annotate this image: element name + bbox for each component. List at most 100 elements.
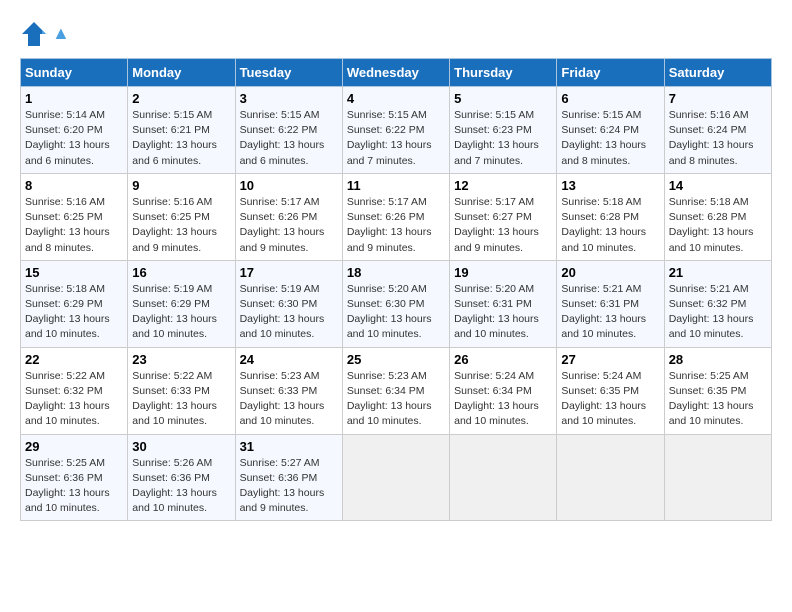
day-number: 7 [669, 91, 767, 106]
day-detail: Sunrise: 5:18 AMSunset: 6:28 PMDaylight:… [669, 196, 754, 254]
day-number: 13 [561, 178, 659, 193]
calendar-header: SundayMondayTuesdayWednesdayThursdayFrid… [21, 59, 772, 87]
day-number: 25 [347, 352, 445, 367]
page-header: ▲ [20, 20, 772, 48]
logo-text: ▲ [52, 24, 70, 44]
weekday-row: SundayMondayTuesdayWednesdayThursdayFrid… [21, 59, 772, 87]
day-number: 18 [347, 265, 445, 280]
calendar-week-row: 1Sunrise: 5:14 AMSunset: 6:20 PMDaylight… [21, 87, 772, 174]
day-number: 28 [669, 352, 767, 367]
day-detail: Sunrise: 5:15 AMSunset: 6:22 PMDaylight:… [347, 109, 432, 167]
calendar-cell: 28 Sunrise: 5:25 AMSunset: 6:35 PMDayligh… [664, 347, 771, 434]
day-detail: Sunrise: 5:22 AMSunset: 6:33 PMDaylight:… [132, 370, 217, 428]
calendar-cell: 3 Sunrise: 5:15 AMSunset: 6:22 PMDaylight… [235, 87, 342, 174]
calendar-cell: 7 Sunrise: 5:16 AMSunset: 6:24 PMDaylight… [664, 87, 771, 174]
calendar-cell: 9Sunrise: 5:16 AMSunset: 6:25 PMDaylight… [128, 173, 235, 260]
weekday-header-saturday: Saturday [664, 59, 771, 87]
calendar-cell [664, 434, 771, 521]
day-detail: Sunrise: 5:16 AMSunset: 6:25 PMDaylight:… [25, 196, 110, 254]
calendar-cell: 20 Sunrise: 5:21 AMSunset: 6:31 PMDayligh… [557, 260, 664, 347]
weekday-header-friday: Friday [557, 59, 664, 87]
weekday-header-tuesday: Tuesday [235, 59, 342, 87]
day-detail: Sunrise: 5:22 AMSunset: 6:32 PMDaylight:… [25, 370, 110, 428]
calendar-cell: 2Sunrise: 5:15 AMSunset: 6:21 PMDaylight… [128, 87, 235, 174]
weekday-header-sunday: Sunday [21, 59, 128, 87]
day-detail: Sunrise: 5:26 AMSunset: 6:36 PMDaylight:… [132, 457, 217, 515]
calendar-cell: 14 Sunrise: 5:18 AMSunset: 6:28 PMDayligh… [664, 173, 771, 260]
day-detail: Sunrise: 5:23 AMSunset: 6:33 PMDaylight:… [240, 370, 325, 428]
calendar-week-row: 15 Sunrise: 5:18 AMSunset: 6:29 PMDayligh… [21, 260, 772, 347]
calendar-cell: 15 Sunrise: 5:18 AMSunset: 6:29 PMDayligh… [21, 260, 128, 347]
day-detail: Sunrise: 5:17 AMSunset: 6:27 PMDaylight:… [454, 196, 539, 254]
day-number: 17 [240, 265, 338, 280]
day-detail: Sunrise: 5:18 AMSunset: 6:28 PMDaylight:… [561, 196, 646, 254]
day-number: 15 [25, 265, 123, 280]
calendar-cell: 6 Sunrise: 5:15 AMSunset: 6:24 PMDaylight… [557, 87, 664, 174]
calendar-cell: 18 Sunrise: 5:20 AMSunset: 6:30 PMDayligh… [342, 260, 449, 347]
day-number: 21 [669, 265, 767, 280]
calendar-cell: 27 Sunrise: 5:24 AMSunset: 6:35 PMDayligh… [557, 347, 664, 434]
day-detail: Sunrise: 5:18 AMSunset: 6:29 PMDaylight:… [25, 283, 110, 341]
day-detail: Sunrise: 5:16 AMSunset: 6:25 PMDaylight:… [132, 196, 217, 254]
day-detail: Sunrise: 5:15 AMSunset: 6:23 PMDaylight:… [454, 109, 539, 167]
day-number: 1 [25, 91, 123, 106]
calendar-cell: 8 Sunrise: 5:16 AMSunset: 6:25 PMDaylight… [21, 173, 128, 260]
calendar-cell: 17 Sunrise: 5:19 AMSunset: 6:30 PMDayligh… [235, 260, 342, 347]
day-number: 3 [240, 91, 338, 106]
calendar-cell: 19 Sunrise: 5:20 AMSunset: 6:31 PMDayligh… [450, 260, 557, 347]
day-number: 6 [561, 91, 659, 106]
day-detail: Sunrise: 5:25 AMSunset: 6:36 PMDaylight:… [25, 457, 110, 515]
day-number: 30 [132, 439, 230, 454]
day-number: 22 [25, 352, 123, 367]
day-detail: Sunrise: 5:27 AMSunset: 6:36 PMDaylight:… [240, 457, 325, 515]
day-number: 5 [454, 91, 552, 106]
day-number: 16 [132, 265, 230, 280]
day-detail: Sunrise: 5:17 AMSunset: 6:26 PMDaylight:… [347, 196, 432, 254]
day-number: 24 [240, 352, 338, 367]
day-detail: Sunrise: 5:23 AMSunset: 6:34 PMDaylight:… [347, 370, 432, 428]
day-number: 14 [669, 178, 767, 193]
calendar-cell: 22 Sunrise: 5:22 AMSunset: 6:32 PMDayligh… [21, 347, 128, 434]
day-detail: Sunrise: 5:16 AMSunset: 6:24 PMDaylight:… [669, 109, 754, 167]
day-detail: Sunrise: 5:17 AMSunset: 6:26 PMDaylight:… [240, 196, 325, 254]
calendar-week-row: 8 Sunrise: 5:16 AMSunset: 6:25 PMDaylight… [21, 173, 772, 260]
calendar-cell: 23 Sunrise: 5:22 AMSunset: 6:33 PMDayligh… [128, 347, 235, 434]
day-detail: Sunrise: 5:20 AMSunset: 6:30 PMDaylight:… [347, 283, 432, 341]
calendar-week-row: 29 Sunrise: 5:25 AMSunset: 6:36 PMDayligh… [21, 434, 772, 521]
day-number: 20 [561, 265, 659, 280]
day-number: 27 [561, 352, 659, 367]
calendar-table: SundayMondayTuesdayWednesdayThursdayFrid… [20, 58, 772, 521]
calendar-cell: 30 Sunrise: 5:26 AMSunset: 6:36 PMDayligh… [128, 434, 235, 521]
calendar-cell: 10Sunrise: 5:17 AMSunset: 6:26 PMDayligh… [235, 173, 342, 260]
calendar-cell: 29 Sunrise: 5:25 AMSunset: 6:36 PMDayligh… [21, 434, 128, 521]
day-detail: Sunrise: 5:25 AMSunset: 6:35 PMDaylight:… [669, 370, 754, 428]
day-number: 8 [25, 178, 123, 193]
day-detail: Sunrise: 5:15 AMSunset: 6:24 PMDaylight:… [561, 109, 646, 167]
day-number: 29 [25, 439, 123, 454]
weekday-header-thursday: Thursday [450, 59, 557, 87]
calendar-week-row: 22 Sunrise: 5:22 AMSunset: 6:32 PMDayligh… [21, 347, 772, 434]
calendar-cell: 16Sunrise: 5:19 AMSunset: 6:29 PMDayligh… [128, 260, 235, 347]
calendar-cell: 1Sunrise: 5:14 AMSunset: 6:20 PMDaylight… [21, 87, 128, 174]
day-number: 31 [240, 439, 338, 454]
logo: ▲ [20, 20, 70, 48]
day-number: 23 [132, 352, 230, 367]
weekday-header-wednesday: Wednesday [342, 59, 449, 87]
calendar-cell: 13 Sunrise: 5:18 AMSunset: 6:28 PMDayligh… [557, 173, 664, 260]
day-detail: Sunrise: 5:20 AMSunset: 6:31 PMDaylight:… [454, 283, 539, 341]
day-number: 19 [454, 265, 552, 280]
day-detail: Sunrise: 5:15 AMSunset: 6:22 PMDaylight:… [240, 109, 325, 167]
calendar-cell: 31 Sunrise: 5:27 AMSunset: 6:36 PMDayligh… [235, 434, 342, 521]
day-number: 12 [454, 178, 552, 193]
day-detail: Sunrise: 5:19 AMSunset: 6:30 PMDaylight:… [240, 283, 325, 341]
day-detail: Sunrise: 5:24 AMSunset: 6:35 PMDaylight:… [561, 370, 646, 428]
calendar-cell: 12 Sunrise: 5:17 AMSunset: 6:27 PMDayligh… [450, 173, 557, 260]
day-detail: Sunrise: 5:15 AMSunset: 6:21 PMDaylight:… [132, 109, 217, 167]
calendar-cell: 21 Sunrise: 5:21 AMSunset: 6:32 PMDayligh… [664, 260, 771, 347]
calendar-cell: 25 Sunrise: 5:23 AMSunset: 6:34 PMDayligh… [342, 347, 449, 434]
day-detail: Sunrise: 5:21 AMSunset: 6:32 PMDaylight:… [669, 283, 754, 341]
logo-icon [20, 20, 48, 48]
weekday-header-monday: Monday [128, 59, 235, 87]
day-number: 11 [347, 178, 445, 193]
day-detail: Sunrise: 5:21 AMSunset: 6:31 PMDaylight:… [561, 283, 646, 341]
